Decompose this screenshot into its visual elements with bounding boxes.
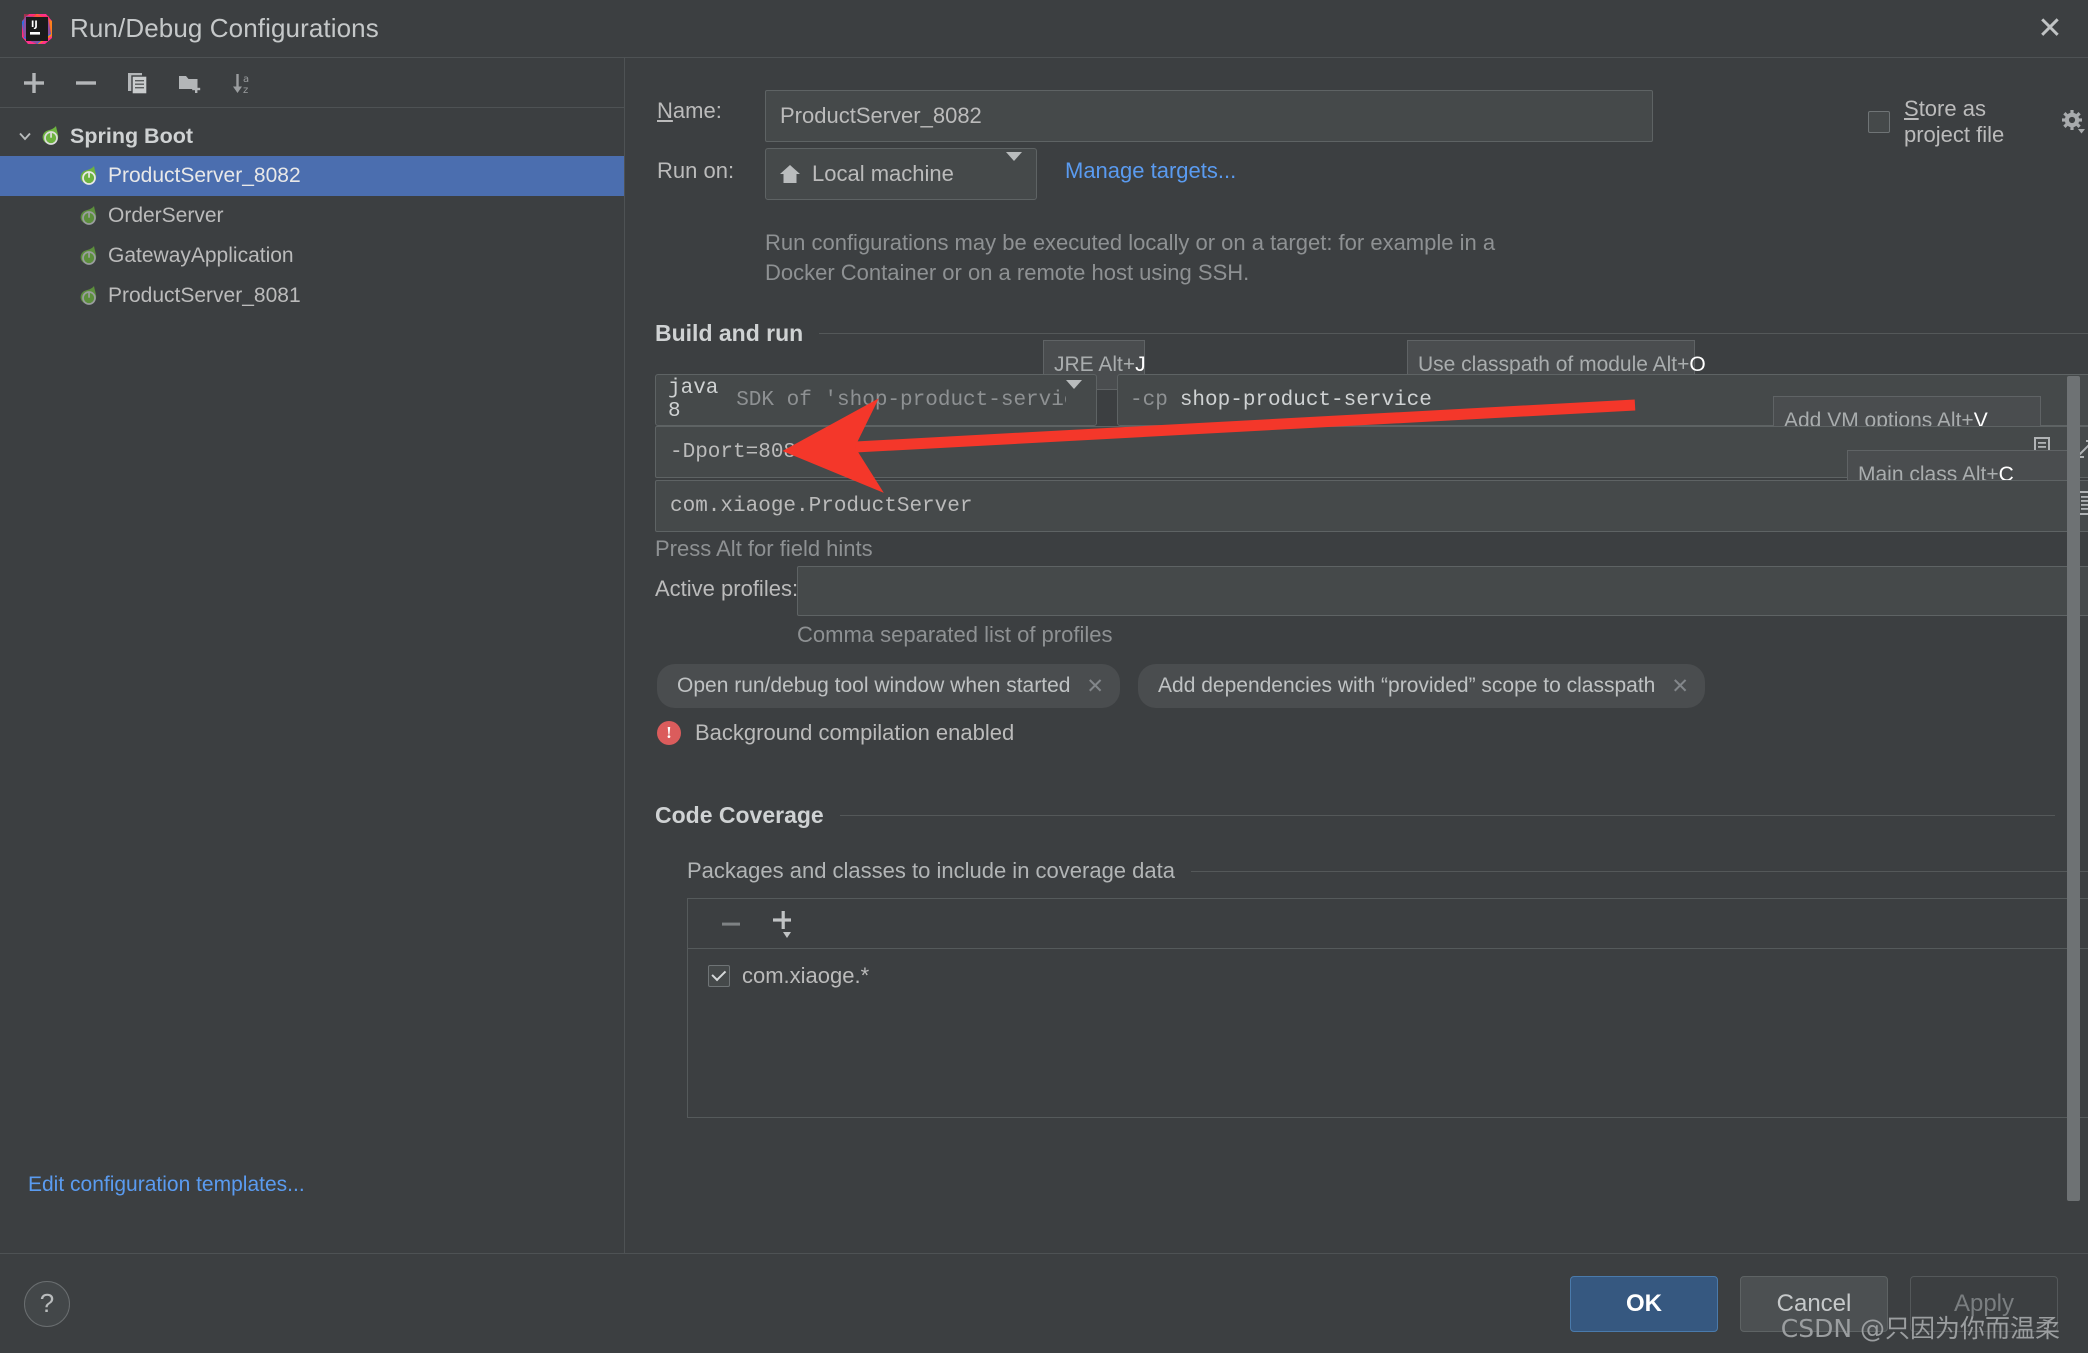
close-icon[interactable]: ✕ bbox=[2012, 0, 2088, 58]
add-configuration-button[interactable] bbox=[8, 61, 60, 105]
sidebar-item-label: ProductServer_8081 bbox=[108, 284, 301, 307]
intellij-idea-logo-icon: IJ bbox=[20, 12, 54, 46]
jre-value-suffix: SDK of 'shop-product-service' modu bbox=[736, 388, 1066, 412]
code-coverage-title: Code Coverage bbox=[655, 802, 824, 828]
spring-boot-icon bbox=[76, 163, 102, 189]
jre-value: java 8 bbox=[668, 377, 719, 423]
svg-text:z: z bbox=[243, 85, 248, 96]
remove-package-button[interactable] bbox=[710, 911, 752, 937]
sidebar-item-label: ProductServer_8082 bbox=[108, 164, 301, 187]
store-as-project-file-label: Store as project file bbox=[1904, 96, 2005, 147]
main-class-input[interactable]: com.xiaoge.ProductServer bbox=[655, 480, 2088, 532]
background-compilation-warning: ! Background compilation enabled bbox=[657, 720, 1014, 746]
name-label: Name: bbox=[657, 98, 722, 123]
svg-text:a: a bbox=[243, 74, 249, 85]
store-as-project-file-checkbox[interactable] bbox=[1868, 111, 1890, 133]
build-and-run-title: Build and run bbox=[655, 320, 804, 346]
editor-scrollbar-thumb[interactable] bbox=[2067, 376, 2080, 1201]
chevron-down-icon[interactable] bbox=[1006, 152, 1022, 187]
active-profiles-label: Active profiles: bbox=[655, 576, 799, 601]
coverage-row-checkbox[interactable] bbox=[708, 965, 730, 987]
run-on-label: Run on: bbox=[657, 158, 735, 183]
run-on-select[interactable]: Local machine bbox=[765, 148, 1037, 200]
window-title: Run/Debug Configurations bbox=[70, 13, 379, 43]
section-divider bbox=[839, 815, 2055, 816]
run-debug-configurations-dialog: IJ Run/Debug Configurations ✕ a z Spring… bbox=[0, 0, 2088, 1353]
svg-text:IJ: IJ bbox=[31, 20, 38, 30]
copy-configuration-button[interactable] bbox=[112, 61, 164, 105]
dialog-footer: ? OK Cancel Apply CSDN @只因为你而温柔 bbox=[0, 1253, 2088, 1353]
title-bar: IJ Run/Debug Configurations ✕ bbox=[0, 0, 2088, 58]
tree-group-label: Spring Boot bbox=[70, 123, 194, 148]
sidebar-item-label: OrderServer bbox=[108, 204, 224, 227]
build-and-run-section-header: Build and run bbox=[655, 320, 2088, 347]
coverage-packages-table: com.xiaoge.* bbox=[687, 898, 2088, 1118]
jre-select[interactable]: java 8 SDK of 'shop-product-service' mod… bbox=[655, 374, 1097, 426]
name-label-row: Name: bbox=[657, 98, 722, 124]
run-on-label-row: Run on: bbox=[657, 158, 734, 184]
sidebar-item-productserver-8082[interactable]: ProductServer_8082 bbox=[0, 156, 624, 196]
new-folder-button[interactable] bbox=[164, 61, 216, 105]
section-divider bbox=[1190, 870, 2088, 872]
coverage-table-toolbar bbox=[688, 899, 2088, 949]
sidebar-toolbar: a z bbox=[0, 58, 624, 108]
chip-label: Add dependencies with “provided” scope t… bbox=[1158, 674, 1656, 697]
chevron-down-icon[interactable] bbox=[12, 127, 38, 145]
sidebar-item-orderserver[interactable]: OrderServer bbox=[0, 196, 624, 236]
chip-label: Open run/debug tool window when started bbox=[677, 674, 1071, 697]
ok-button[interactable]: OK bbox=[1570, 1275, 1718, 1332]
chip-open-run-debug-tool-window[interactable]: Open run/debug tool window when started … bbox=[657, 664, 1121, 708]
error-icon: ! bbox=[657, 721, 681, 745]
spring-boot-icon bbox=[76, 243, 102, 269]
background-compilation-warning-text: Background compilation enabled bbox=[695, 720, 1015, 745]
active-profiles-note: Comma separated list of profiles bbox=[797, 622, 1113, 647]
classpath-value: shop-product-service bbox=[1179, 388, 1432, 412]
sidebar-item-label: GatewayApplication bbox=[108, 244, 294, 267]
coverage-table-row[interactable]: com.xiaoge.* bbox=[688, 949, 2088, 989]
active-profiles-input[interactable] bbox=[797, 566, 2088, 616]
name-input[interactable]: ProductServer_8082 bbox=[765, 90, 1653, 142]
section-divider bbox=[819, 333, 2088, 334]
field-hints-note: Press Alt for field hints bbox=[655, 536, 873, 561]
help-icon[interactable]: ? bbox=[24, 1280, 70, 1327]
coverage-row-label: com.xiaoge.* bbox=[742, 963, 870, 988]
add-package-button[interactable] bbox=[760, 907, 808, 941]
coverage-packages-subsection-header: Packages and classes to include in cover… bbox=[687, 858, 2088, 884]
configuration-editor-pane: Name: ProductServer_8082 Store as projec… bbox=[625, 58, 2088, 1253]
active-profiles-label-row: Active profiles: bbox=[655, 576, 798, 602]
gear-dropdown-icon[interactable] bbox=[2060, 109, 2088, 135]
spring-boot-icon bbox=[76, 203, 102, 229]
coverage-packages-title: Packages and classes to include in cover… bbox=[687, 858, 1175, 883]
manage-targets-link[interactable]: Manage targets... bbox=[1065, 158, 1236, 184]
configurations-tree: Spring Boot ProductServer_8082 OrderServ… bbox=[0, 108, 624, 1253]
watermark: CSDN @只因为你而温柔 bbox=[1780, 1314, 2060, 1343]
configurations-sidebar: a z Spring Boot ProductServer_8082 Order… bbox=[0, 58, 625, 1253]
chevron-down-icon[interactable] bbox=[1066, 379, 1082, 412]
remove-configuration-button[interactable] bbox=[60, 61, 112, 105]
home-icon bbox=[778, 162, 802, 186]
sidebar-item-gatewayapplication[interactable]: GatewayApplication bbox=[0, 236, 624, 276]
chip-close-icon[interactable]: ✕ bbox=[1671, 674, 1689, 699]
code-coverage-section-header: Code Coverage bbox=[655, 802, 2055, 829]
spring-boot-icon bbox=[76, 283, 102, 309]
name-input-value: ProductServer_8082 bbox=[780, 103, 982, 128]
vm-options-value: -Dport=8082 bbox=[670, 440, 809, 464]
chip-add-provided-dependencies[interactable]: Add dependencies with “provided” scope t… bbox=[1138, 664, 1705, 708]
spring-boot-icon bbox=[38, 123, 64, 149]
classpath-prefix: -cp bbox=[1130, 388, 1168, 412]
options-chips: Open run/debug tool window when started … bbox=[657, 664, 1705, 708]
store-as-project-file-row[interactable]: Store as project file bbox=[1868, 96, 2088, 148]
dialog-body: a z Spring Boot ProductServer_8082 Order… bbox=[0, 58, 2088, 1253]
chip-close-icon[interactable]: ✕ bbox=[1086, 674, 1104, 699]
edit-configuration-templates-link[interactable]: Edit configuration templates... bbox=[28, 1173, 305, 1197]
run-on-description: Run configurations may be executed local… bbox=[765, 230, 1496, 285]
run-on-value: Local machine bbox=[812, 161, 954, 186]
sidebar-item-productserver-8081[interactable]: ProductServer_8081 bbox=[0, 276, 624, 316]
main-class-value: com.xiaoge.ProductServer bbox=[670, 494, 973, 518]
tree-group-spring-boot[interactable]: Spring Boot bbox=[0, 116, 624, 156]
sort-az-button[interactable]: a z bbox=[216, 61, 268, 105]
